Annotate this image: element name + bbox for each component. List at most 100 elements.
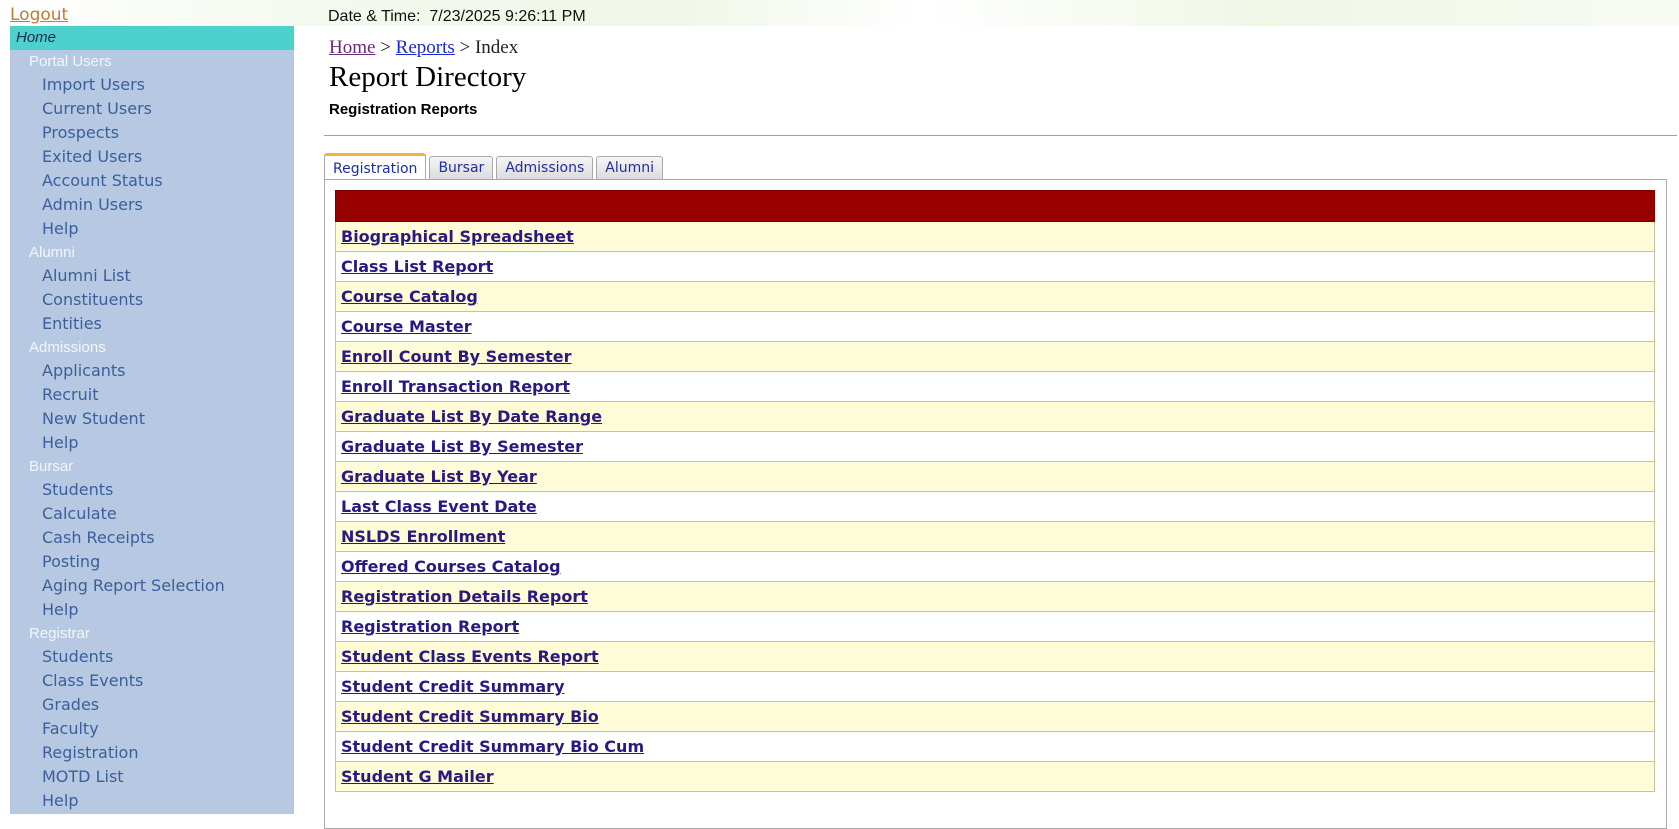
breadcrumb-reports-link[interactable]: Reports bbox=[396, 37, 455, 58]
report-cell: Enroll Count By Semester bbox=[335, 341, 1655, 372]
table-row: Registration Details Report bbox=[335, 581, 1655, 612]
sidebar-item-account-status[interactable]: Account Status bbox=[10, 169, 294, 193]
tab-alumni[interactable]: Alumni bbox=[596, 156, 664, 179]
report-link[interactable]: Last Class Event Date bbox=[341, 497, 537, 516]
sidebar-item-calculate[interactable]: Calculate bbox=[10, 502, 294, 526]
table-row: Course Master bbox=[335, 311, 1655, 342]
table-row: Enroll Count By Semester bbox=[335, 341, 1655, 372]
sidebar-item-entities[interactable]: Entities bbox=[10, 312, 294, 336]
report-link[interactable]: Course Master bbox=[341, 317, 472, 336]
sidebar-menu: Home Portal Users Import Users Current Use… bbox=[10, 26, 294, 814]
sidebar-item-grades[interactable]: Grades bbox=[10, 693, 294, 717]
breadcrumb-current: Index bbox=[474, 37, 519, 58]
report-link[interactable]: Graduate List By Date Range bbox=[341, 407, 602, 426]
table-row: Student Credit Summary Bio Cum bbox=[335, 731, 1655, 762]
report-link[interactable]: Student Class Events Report bbox=[341, 647, 599, 666]
report-link[interactable]: Class List Report bbox=[341, 257, 493, 276]
sidebar-item-help[interactable]: Help bbox=[10, 217, 294, 241]
sidebar-section-title: Admissions bbox=[29, 339, 106, 356]
table-row: Student G Mailer bbox=[335, 761, 1655, 792]
table-row: Biographical Spreadsheet bbox=[335, 221, 1655, 252]
report-cell: Class List Report bbox=[335, 251, 1655, 282]
report-cell: Student G Mailer bbox=[335, 761, 1655, 792]
breadcrumb-separator: > bbox=[454, 37, 475, 58]
sidebar-item-home[interactable]: Home bbox=[10, 26, 294, 50]
report-cell: Last Class Event Date bbox=[335, 491, 1655, 522]
tab-bursar[interactable]: Bursar bbox=[429, 156, 494, 179]
sidebar-item-admin-users[interactable]: Admin Users bbox=[10, 193, 294, 217]
sidebar-item-aging-report-selection[interactable]: Aging Report Selection bbox=[10, 574, 294, 598]
table-row: Last Class Event Date bbox=[335, 491, 1655, 522]
report-cell: NSLDS Enrollment bbox=[335, 521, 1655, 552]
table-row: Student Credit Summary Bio bbox=[335, 701, 1655, 732]
sidebar-section-title: Bursar bbox=[29, 458, 74, 475]
report-cell: Student Credit Summary Bio bbox=[335, 701, 1655, 732]
report-link[interactable]: Enroll Transaction Report bbox=[341, 377, 570, 396]
report-link[interactable]: Enroll Count By Semester bbox=[341, 347, 571, 366]
table-row: Offered Courses Catalog bbox=[335, 551, 1655, 582]
report-cell: Course Catalog bbox=[335, 281, 1655, 312]
sidebar-item-motd-list[interactable]: MOTD List bbox=[10, 765, 294, 789]
table-row: Graduate List By Semester bbox=[335, 431, 1655, 462]
sidebar-item-new-student[interactable]: New Student bbox=[10, 407, 294, 431]
report-link[interactable]: Student Credit Summary Bio bbox=[341, 707, 599, 726]
sidebar-item-help[interactable]: Help bbox=[10, 431, 294, 455]
table-row: Graduate List By Date Range bbox=[335, 401, 1655, 432]
sidebar-item-cash-receipts[interactable]: Cash Receipts bbox=[10, 526, 294, 550]
report-cell: Graduate List By Year bbox=[335, 461, 1655, 492]
sidebar-item-recruit[interactable]: Recruit bbox=[10, 383, 294, 407]
page-title: Report Directory bbox=[329, 61, 527, 93]
table-row: Student Class Events Report bbox=[335, 641, 1655, 672]
sidebar-item-students[interactable]: Students bbox=[10, 478, 294, 502]
report-table: Biographical Spreadsheet Class List Repor… bbox=[335, 190, 1655, 792]
report-link[interactable]: Student Credit Summary Bio Cum bbox=[341, 737, 644, 756]
report-link[interactable]: Registration Details Report bbox=[341, 587, 588, 606]
sidebar-item-exited-users[interactable]: Exited Users bbox=[10, 145, 294, 169]
sidebar-item-import-users[interactable]: Import Users bbox=[10, 73, 294, 97]
logout-link[interactable]: Logout bbox=[10, 5, 68, 25]
page-subtitle: Registration Reports bbox=[329, 101, 478, 118]
report-link[interactable]: Registration Report bbox=[341, 617, 519, 636]
report-cell: Graduate List By Date Range bbox=[335, 401, 1655, 432]
report-tabs: Registration Bursar Admissions Alumni bbox=[324, 152, 664, 180]
report-link[interactable]: Student G Mailer bbox=[341, 767, 494, 786]
report-cell: Offered Courses Catalog bbox=[335, 551, 1655, 582]
sidebar-item-alumni-list[interactable]: Alumni List bbox=[10, 264, 294, 288]
tab-panel: Biographical Spreadsheet Class List Repor… bbox=[324, 179, 1667, 829]
table-header-cell bbox=[335, 190, 1655, 222]
report-cell: Course Master bbox=[335, 311, 1655, 342]
sidebar-item-registration[interactable]: Registration bbox=[10, 741, 294, 765]
datetime-label: Date & Time: bbox=[328, 8, 421, 25]
report-link[interactable]: Biographical Spreadsheet bbox=[341, 227, 574, 246]
breadcrumb: Home > Reports > Index bbox=[329, 37, 518, 59]
datetime-display: Date & Time: 7/23/2025 9:26:11 PM bbox=[328, 8, 586, 26]
report-cell: Graduate List By Semester bbox=[335, 431, 1655, 462]
sidebar-item-help[interactable]: Help bbox=[10, 598, 294, 622]
sidebar-item-students[interactable]: Students bbox=[10, 645, 294, 669]
report-link[interactable]: Offered Courses Catalog bbox=[341, 557, 561, 576]
sidebar-item-posting[interactable]: Posting bbox=[10, 550, 294, 574]
breadcrumb-home-link[interactable]: Home bbox=[329, 37, 375, 58]
report-link[interactable]: Student Credit Summary bbox=[341, 677, 565, 696]
report-link[interactable]: Course Catalog bbox=[341, 287, 478, 306]
table-header-row bbox=[335, 190, 1655, 222]
table-row: Registration Report bbox=[335, 611, 1655, 642]
sidebar-item-help[interactable]: Help bbox=[10, 789, 294, 813]
sidebar-item-applicants[interactable]: Applicants bbox=[10, 359, 294, 383]
report-cell: Student Class Events Report bbox=[335, 641, 1655, 672]
tab-admissions[interactable]: Admissions bbox=[496, 156, 594, 179]
sidebar-item-current-users[interactable]: Current Users bbox=[10, 97, 294, 121]
table-row: Course Catalog bbox=[335, 281, 1655, 312]
report-link[interactable]: NSLDS Enrollment bbox=[341, 527, 505, 546]
sidebar-item-faculty[interactable]: Faculty bbox=[10, 717, 294, 741]
report-cell: Enroll Transaction Report bbox=[335, 371, 1655, 402]
report-cell: Registration Details Report bbox=[335, 581, 1655, 612]
table-row: Enroll Transaction Report bbox=[335, 371, 1655, 402]
datetime-value: 7/23/2025 9:26:11 PM bbox=[429, 8, 586, 25]
sidebar-item-prospects[interactable]: Prospects bbox=[10, 121, 294, 145]
report-link[interactable]: Graduate List By Year bbox=[341, 467, 537, 486]
report-link[interactable]: Graduate List By Semester bbox=[341, 437, 583, 456]
sidebar-item-class-events[interactable]: Class Events bbox=[10, 669, 294, 693]
tab-registration[interactable]: Registration bbox=[324, 153, 427, 180]
sidebar-item-constituents[interactable]: Constituents bbox=[10, 288, 294, 312]
